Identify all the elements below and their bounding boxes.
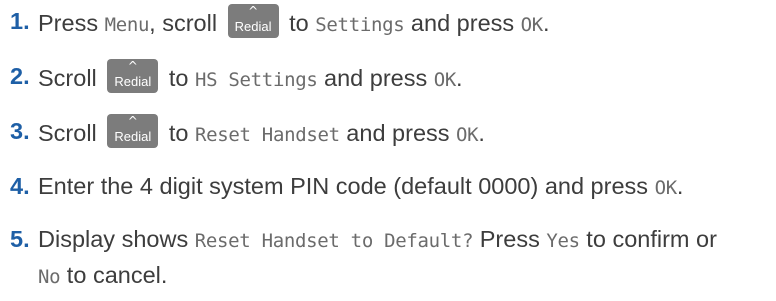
redial-key-icon: ^ Redial bbox=[107, 59, 159, 93]
redial-key-label: Redial bbox=[234, 19, 272, 34]
step-text: . bbox=[456, 65, 463, 91]
step-text: to bbox=[162, 65, 195, 91]
display-text-reset-handset: Reset Handset bbox=[194, 124, 340, 146]
step-5: 5. Display shows Reset Handset to Defaul… bbox=[10, 222, 718, 294]
display-text-settings: Settings bbox=[315, 14, 405, 36]
display-text-yes: Yes bbox=[546, 230, 580, 252]
step-number: 3. bbox=[10, 118, 30, 144]
step-text: . bbox=[676, 173, 684, 199]
step-number: 5. bbox=[10, 226, 30, 252]
display-text-ok: OK bbox=[456, 124, 479, 146]
step-text: and press bbox=[317, 65, 434, 91]
step-text: Scroll bbox=[38, 65, 104, 91]
display-text-no: No bbox=[38, 266, 61, 288]
display-text-ok: OK bbox=[433, 69, 457, 91]
display-text-ok: OK bbox=[654, 177, 678, 199]
step-1: 1. Press Menu, scroll ^ Redial to Setting… bbox=[10, 4, 770, 42]
up-arrow-icon: ^ bbox=[127, 59, 138, 73]
up-arrow-icon: ^ bbox=[248, 4, 259, 18]
step-text: and press bbox=[339, 120, 457, 146]
step-text: Press bbox=[38, 10, 105, 36]
step-text: . bbox=[542, 10, 550, 36]
step-text: Press bbox=[473, 226, 547, 252]
step-number: 2. bbox=[10, 63, 30, 89]
step-text: , scroll bbox=[149, 10, 224, 36]
step-text: . bbox=[478, 120, 485, 146]
step-4: 4. Enter the 4 digit system PIN code (de… bbox=[10, 169, 770, 205]
step-text: to bbox=[282, 10, 316, 36]
step-text: and press bbox=[404, 10, 521, 36]
step-2: 2. Scroll ^ Redial to HS Settings and pre… bbox=[10, 59, 770, 97]
up-arrow-icon: ^ bbox=[127, 114, 138, 128]
step-text: Enter the 4 digit system PIN code (defau… bbox=[38, 173, 655, 199]
step-number: 4. bbox=[10, 173, 30, 199]
step-3: 3. Scroll ^ Redial to Reset Handset and p… bbox=[10, 114, 770, 152]
step-text: to bbox=[162, 120, 195, 146]
display-text-reset-default: Reset Handset to Default? bbox=[194, 230, 474, 252]
display-text-ok: OK bbox=[520, 14, 544, 36]
redial-key-label: Redial bbox=[114, 74, 152, 89]
step-text: to cancel. bbox=[60, 262, 168, 288]
step-text: Display shows bbox=[38, 226, 195, 252]
step-number: 1. bbox=[10, 8, 30, 34]
instruction-list: 1. Press Menu, scroll ^ Redial to Setting… bbox=[10, 4, 770, 294]
display-text-menu: Menu bbox=[104, 14, 150, 36]
redial-key-label: Redial bbox=[114, 129, 152, 144]
step-text: Scroll bbox=[38, 120, 104, 146]
redial-key-icon: ^ Redial bbox=[227, 4, 279, 38]
step-text: to confirm or bbox=[579, 226, 717, 252]
redial-key-icon: ^ Redial bbox=[107, 114, 159, 148]
display-text-hs-settings: HS Settings bbox=[194, 69, 318, 91]
